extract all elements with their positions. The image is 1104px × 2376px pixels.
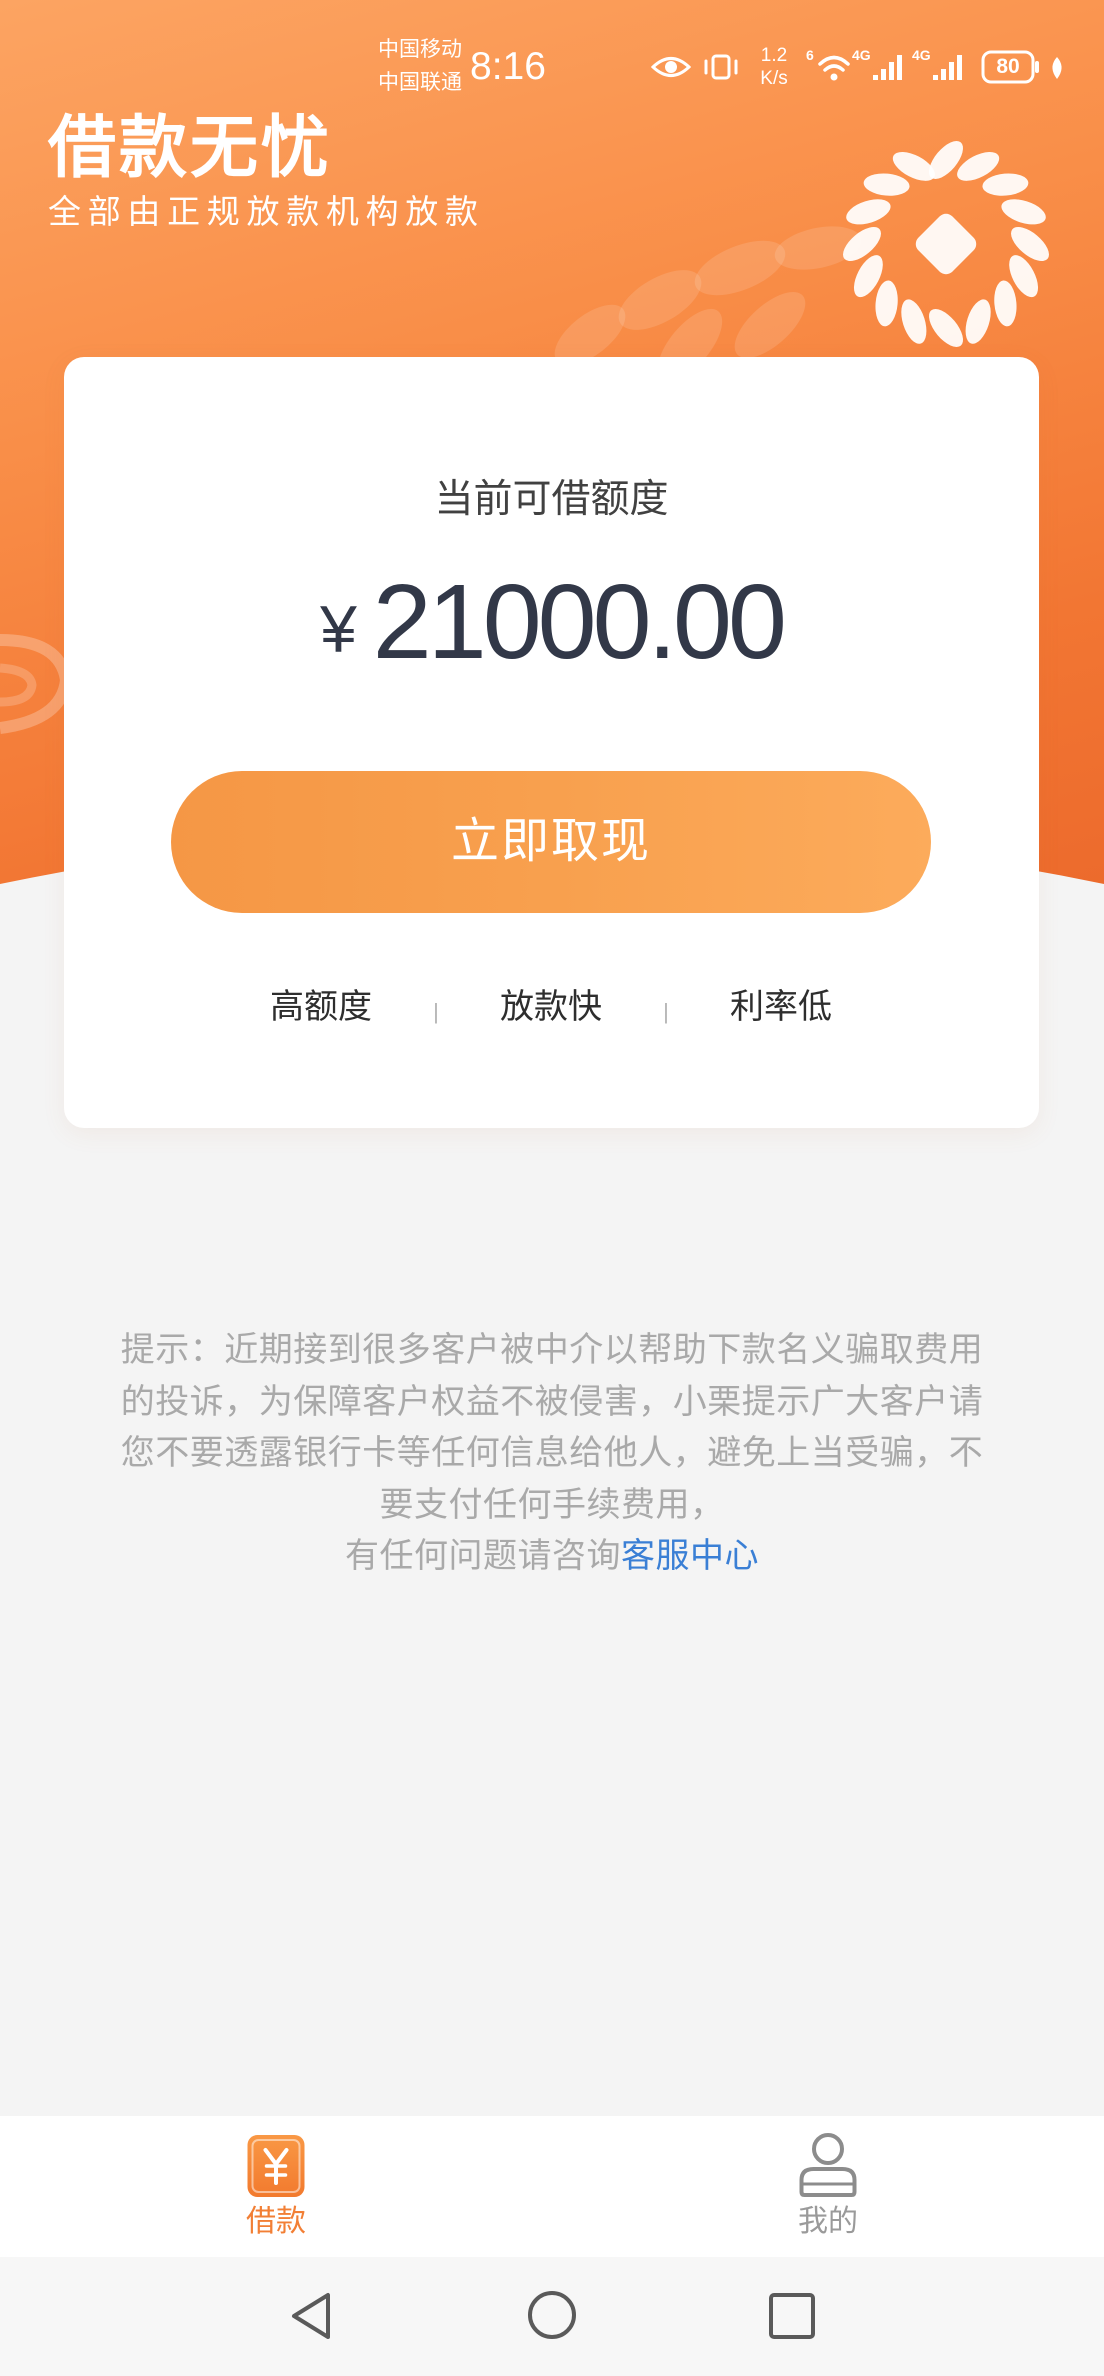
signal-icon bbox=[873, 55, 902, 80]
tab-loan-label: 借款 bbox=[246, 2205, 306, 2238]
vibrate-icon bbox=[704, 54, 738, 80]
back-icon[interactable] bbox=[288, 2291, 334, 2341]
signal-1-badge: 4G bbox=[852, 47, 871, 63]
feature-separator: | bbox=[663, 999, 669, 1024]
status-time: 8:16 bbox=[470, 45, 546, 88]
amount-value: 21000.00 bbox=[372, 563, 787, 681]
home-icon[interactable] bbox=[527, 2290, 577, 2340]
tab-mine-label: 我的 bbox=[798, 2205, 858, 2238]
net-speed-unit: K/s bbox=[760, 68, 788, 89]
notice-contact-line: 有任何问题请咨询客服中心 bbox=[0, 1531, 1104, 1583]
withdraw-button[interactable]: 立即取现 bbox=[171, 771, 931, 913]
contact-prefix: 有任何问题请咨询 bbox=[345, 1537, 621, 1575]
tab-bar: 借款 我的 bbox=[0, 2116, 1104, 2257]
yuan-icon bbox=[247, 2135, 305, 2197]
signal-icon bbox=[933, 55, 962, 80]
eye-icon bbox=[651, 57, 691, 77]
notice-line: 您不要透露银行卡等任何信息给他人，避免上当受骗，不 bbox=[120, 1434, 984, 1472]
signal-2-badge: 4G bbox=[912, 47, 931, 63]
tab-mine[interactable]: 我的 bbox=[748, 2116, 908, 2257]
credit-limit-card: 当前可借额度 ¥ 21000.00 立即取现 高额度 | 放款快 | 利率低 bbox=[64, 357, 1039, 1128]
wifi-icon bbox=[818, 55, 850, 81]
currency-symbol: ¥ bbox=[320, 592, 357, 666]
battery-level: 80 bbox=[996, 55, 1020, 78]
app-title: 借款无忧 bbox=[48, 110, 333, 186]
wifi-badge: 6 bbox=[806, 47, 814, 63]
leaf-icon bbox=[1052, 57, 1062, 79]
feature-separator: | bbox=[433, 999, 439, 1024]
coin-wreath-icon bbox=[843, 141, 1049, 347]
feature-low-rate: 利率低 bbox=[730, 988, 832, 1026]
net-speed-value: 1.2 bbox=[760, 45, 788, 66]
user-icon bbox=[799, 2133, 857, 2197]
tab-loan[interactable]: 借款 bbox=[196, 2116, 356, 2257]
notice-line: 要支付任何手续费用， bbox=[379, 1485, 725, 1524]
carrier-secondary: 中国联通 bbox=[378, 71, 462, 94]
credit-amount: ¥ 21000.00 bbox=[64, 569, 1039, 688]
notice-line: 的投诉，为保障客户权益不被侵害，小栗提示广大客户请 bbox=[120, 1382, 984, 1421]
fraud-notice: 提示：近期接到很多客户被中介以帮助下款名义骗取费用 的投诉，为保障客户权益不被侵… bbox=[0, 1325, 1104, 1583]
system-navigation-bar bbox=[0, 2257, 1104, 2376]
feature-fast-payout: 放款快 bbox=[500, 988, 602, 1026]
credit-limit-label: 当前可借额度 bbox=[434, 478, 669, 521]
feature-high-limit: 高额度 bbox=[270, 988, 372, 1026]
carrier-primary: 中国移动 bbox=[378, 38, 462, 61]
app-subtitle: 全部由正规放款机构放款 bbox=[48, 193, 485, 230]
customer-service-link[interactable]: 客服中心 bbox=[621, 1537, 759, 1575]
notice-line: 提示：近期接到很多客户被中介以帮助下款名义骗取费用 bbox=[120, 1331, 984, 1369]
recents-icon[interactable] bbox=[768, 2292, 816, 2340]
